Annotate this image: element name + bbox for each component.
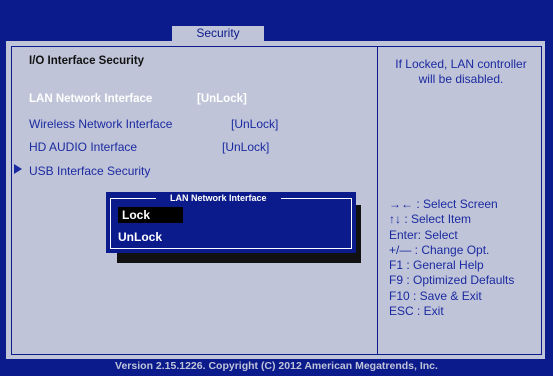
panel-divider — [377, 46, 378, 355]
menu-item-label: LAN Network Interface — [29, 93, 153, 105]
key-legend-item: ESC : Exit — [389, 304, 444, 319]
top-bar — [0, 0, 553, 26]
menu-item-label: Wireless Network Interface — [29, 117, 173, 131]
tab-security[interactable]: Security — [172, 26, 264, 41]
menu-item-value: [UnLock] — [197, 93, 247, 105]
menu-item-value: [UnLock] — [222, 140, 270, 154]
key-legend-item: →← : Select Screen — [389, 197, 498, 211]
submenu-arrow-icon — [14, 164, 22, 174]
key-legend-item: +/— : Change Opt. — [389, 242, 490, 257]
key-legend-item: Enter: Select — [389, 227, 458, 242]
key-legend-item: F1 : General Help — [389, 258, 484, 273]
popup-title: LAN Network Interface — [156, 192, 281, 205]
popup-option-lock[interactable]: Lock — [118, 207, 183, 223]
section-title: I/O Interface Security — [29, 55, 145, 67]
popup-option-unlock[interactable]: UnLock — [118, 230, 162, 244]
menu-item-value: [UnLock] — [231, 117, 279, 131]
key-legend: →← : Select Screen ↑↓ : Select Item Ente… — [389, 197, 514, 319]
help-text: If Locked, LAN controller will be disabl… — [395, 57, 527, 86]
key-legend-item: F9 : Optimized Defaults — [389, 273, 515, 288]
key-legend-item: ↑↓ : Select Item — [389, 212, 472, 227]
key-legend-item: F10 : Save & Exit — [389, 288, 482, 303]
menu-item-label: HD AUDIO Interface — [29, 140, 138, 154]
menu-item-label: USB Interface Security — [29, 164, 151, 178]
footer-version: Version 2.15.1226. Copyright (C) 2012 Am… — [115, 360, 438, 372]
option-popup: LAN Network Interface Lock UnLock — [106, 192, 356, 253]
